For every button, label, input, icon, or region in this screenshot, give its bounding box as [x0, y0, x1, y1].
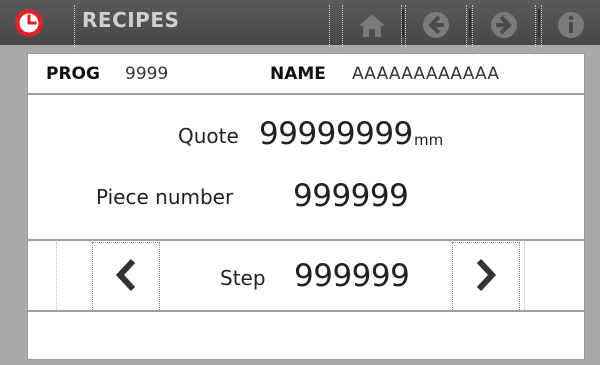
chevron-left-icon [114, 258, 138, 296]
forward-icon [490, 11, 518, 43]
quote-value: 99999999 [259, 116, 413, 152]
step-next-button[interactable] [452, 242, 520, 312]
header-bar: RECIPES [0, 0, 600, 49]
chevron-right-icon [474, 258, 498, 296]
divider [28, 310, 584, 312]
forward-button[interactable] [472, 5, 536, 49]
name-label: NAME [270, 64, 326, 84]
clock-icon[interactable] [10, 6, 48, 40]
separator [538, 9, 540, 37]
piece-number-label: Piece number [96, 185, 234, 209]
piece-number-value: 999999 [293, 178, 409, 214]
recipe-panel: PROG 9999 NAME AAAAAAAAAAAA Quote 999999… [27, 53, 585, 360]
step-prev-button[interactable] [92, 242, 160, 312]
page-title: RECIPES [82, 8, 180, 32]
quote-label: Quote [178, 124, 239, 148]
home-icon [358, 12, 386, 42]
back-button[interactable] [405, 5, 467, 49]
prog-label: PROG [46, 64, 100, 84]
back-icon [422, 11, 450, 43]
step-value: 999999 [294, 258, 410, 294]
quote-unit: mm [414, 131, 444, 149]
step-label: Step [220, 266, 266, 290]
home-button[interactable] [342, 5, 402, 49]
divider [524, 242, 526, 312]
name-value: AAAAAAAAAAAA [352, 64, 500, 84]
divider [28, 93, 584, 95]
info-button[interactable] [541, 5, 600, 49]
separator [402, 9, 404, 37]
divider [28, 239, 584, 241]
prog-value: 9999 [125, 64, 169, 84]
divider [56, 242, 58, 312]
info-icon [557, 11, 585, 43]
separator [469, 9, 471, 37]
